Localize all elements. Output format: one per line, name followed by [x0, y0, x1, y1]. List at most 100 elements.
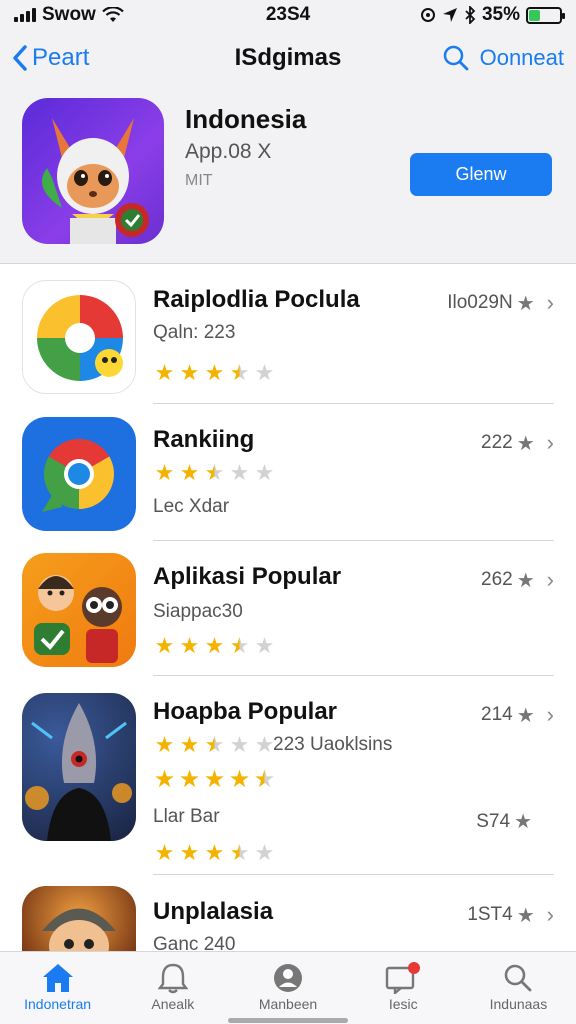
list-item[interactable]: Raiplodlia Poclula Qaln: 223 ★ ★ ★ ★ ★ Ilo02…	[0, 264, 576, 404]
star-icon: ★	[516, 569, 535, 592]
star-icon: ★	[514, 811, 532, 833]
tab-label: Indonetran	[24, 996, 92, 1012]
star-icon: ★	[203, 766, 226, 793]
app-rank: 214 ★ ›	[481, 702, 554, 728]
page-title: ISdgimas	[234, 44, 342, 71]
chevron-right-icon[interactable]: ›	[547, 702, 554, 728]
search-label: Oonneat	[479, 45, 564, 70]
star-icon: ★	[179, 633, 200, 658]
star-icon: ★	[179, 840, 200, 865]
notification-badge	[408, 962, 421, 974]
clock: 23S4	[265, 4, 311, 25]
star-icon: ★	[253, 766, 276, 793]
star-icon: ★	[229, 633, 250, 658]
featured-app-meta: MIT	[185, 172, 213, 189]
rating-stars: ★ ★ ★ ★ ★	[153, 462, 276, 484]
app-icon	[22, 553, 136, 667]
star-icon: ★	[254, 840, 275, 865]
star-icon: ★	[254, 460, 275, 485]
app-rank: S74 ★	[476, 809, 532, 834]
star-icon: ★	[179, 460, 200, 485]
home-icon	[42, 964, 73, 992]
tab-search[interactable]: Indunaas	[461, 952, 576, 1024]
app-meta: Qaln: 223	[153, 322, 236, 343]
star-icon: ★	[154, 360, 175, 385]
star-icon: ★	[254, 633, 275, 658]
app-title: Unplalasia	[153, 898, 274, 925]
app-title: Hoapba Popular	[153, 698, 338, 725]
star-icon: ★	[229, 460, 250, 485]
profile-icon	[274, 964, 302, 992]
rating-stars: ★ ★ ★ ★ ★	[153, 734, 276, 756]
divider	[153, 874, 554, 875]
star-icon: ★	[229, 732, 250, 757]
featured-app-name: Indonesia	[185, 104, 307, 134]
signal-icon	[14, 8, 36, 22]
chevron-right-icon[interactable]: ›	[547, 902, 554, 928]
app-rank: 1ST4 ★ ›	[467, 902, 554, 928]
chevron-right-icon[interactable]: ›	[547, 430, 554, 456]
navigation-bar: Peart ISdgimas Oonneat	[0, 30, 576, 86]
star-icon: ★	[204, 840, 225, 865]
rank-value: 1ST4	[467, 904, 513, 925]
rank-value: Ilo029N	[447, 292, 513, 313]
star-icon: ★	[154, 732, 175, 757]
rating-stars: ★ ★ ★ ★ ★	[153, 635, 276, 657]
home-indicator	[228, 1018, 348, 1023]
tab-notifications[interactable]: Anealk	[115, 952, 230, 1024]
list-item[interactable]: Unplalasia Ganc 240 1ST4 ★ ›	[0, 876, 576, 966]
app-meta: Llar Bar	[153, 806, 220, 827]
app-icon	[22, 693, 136, 841]
star-icon: ★	[154, 840, 175, 865]
app-icon	[22, 280, 136, 394]
star-icon: ★	[204, 460, 225, 485]
get-button[interactable]: Glenw	[410, 153, 552, 196]
star-icon: ★	[254, 360, 275, 385]
tab-label: Iesic	[388, 996, 418, 1012]
chevron-right-icon[interactable]: ›	[547, 567, 554, 593]
chevron-left-icon	[13, 45, 27, 71]
carrier-label: Swow	[42, 4, 96, 25]
star-icon: ★	[154, 633, 175, 658]
back-button[interactable]: Peart	[12, 44, 182, 72]
list-item[interactable]: Rankiing ★ ★ ★ ★ ★ Lec Xdar 222 ★ ›	[0, 404, 576, 541]
search-button[interactable]: Oonneat	[394, 44, 564, 72]
featured-app-icon[interactable]	[22, 98, 164, 244]
star-icon: ★	[229, 840, 250, 865]
tab-messages[interactable]: Iesic	[346, 952, 461, 1024]
app-title: Aplikasi Popular	[153, 563, 342, 590]
star-icon: ★	[516, 904, 535, 927]
star-icon: ★	[204, 360, 225, 385]
app-rank: 222 ★ ›	[481, 430, 554, 456]
rating-stars: ★ ★ ★ ★ ★	[153, 842, 276, 864]
chevron-right-icon[interactable]: ›	[547, 290, 554, 316]
app-rank: Ilo029N ★ ›	[447, 290, 554, 316]
list-item[interactable]: Hoapba Popular ★ ★ ★ ★ ★ 223 Uaoklsins ★ ★ ★ ★ ★…	[0, 676, 576, 876]
star-icon: ★	[228, 766, 251, 793]
app-meta: Lec Xdar	[153, 496, 230, 517]
rating-stars: ★ ★ ★ ★ ★	[153, 362, 276, 384]
app-title: Rankiing	[153, 426, 255, 453]
star-icon: ★	[516, 432, 535, 455]
wifi-icon	[102, 7, 124, 22]
star-icon: ★	[204, 633, 225, 658]
location-icon	[442, 8, 457, 22]
tab-profile[interactable]: Manbeen	[230, 952, 345, 1024]
star-icon: ★	[516, 292, 535, 315]
star-icon: ★	[178, 766, 201, 793]
rating-stars: ★ ★ ★ ★ ★	[153, 768, 276, 792]
app-title: Raiplodlia Poclula	[153, 286, 360, 313]
star-icon: ★	[154, 460, 175, 485]
list-item[interactable]: Aplikasi Popular Siappac30 ★ ★ ★ ★ ★ 262 ★ ›	[0, 541, 576, 676]
star-icon: ★	[179, 732, 200, 757]
rank-value: 214	[481, 704, 513, 725]
tab-label: Indunaas	[489, 996, 548, 1012]
bell-icon	[157, 963, 188, 994]
star-icon: ★	[179, 360, 200, 385]
tab-bar: Indonetran Anealk Manbeen Iesic Indunaas	[0, 951, 576, 1024]
rank-value: 222	[481, 432, 513, 453]
search-icon	[505, 964, 532, 992]
battery-percent: 35%	[481, 4, 520, 25]
tab-home[interactable]: Indonetran	[0, 952, 115, 1024]
battery-icon	[526, 6, 565, 24]
